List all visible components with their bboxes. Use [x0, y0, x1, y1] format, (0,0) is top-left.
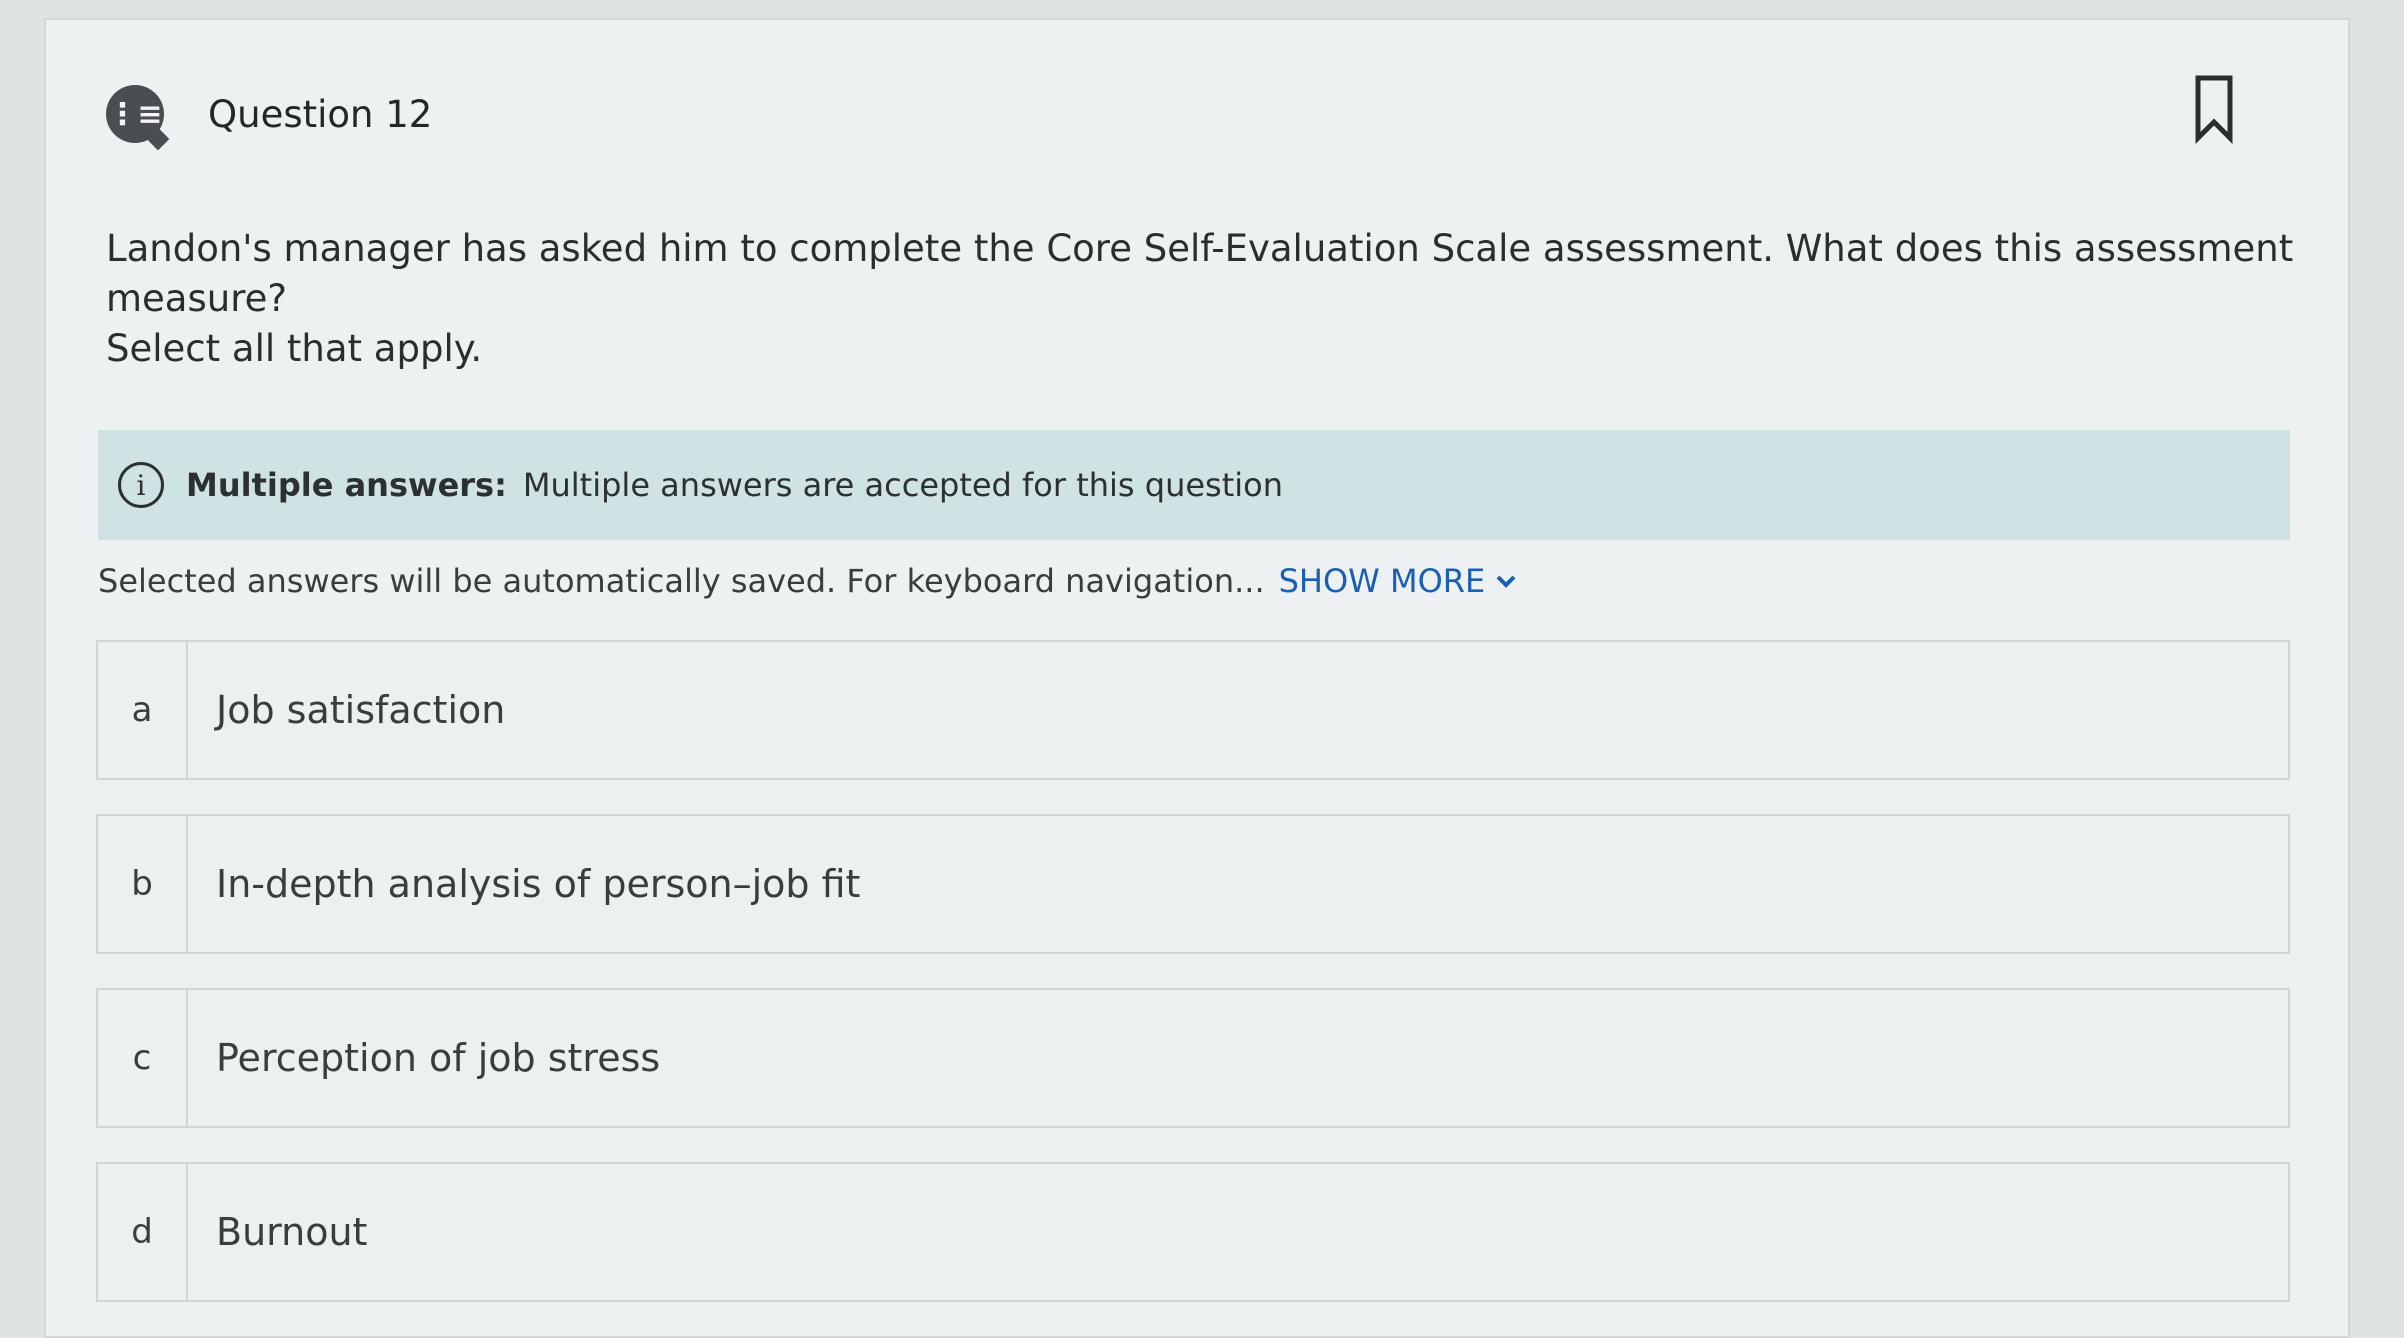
question-prompt: Landon's manager has asked him to comple… — [106, 224, 2306, 374]
answer-option-a[interactable]: a Job satisfaction — [96, 640, 2290, 780]
answer-letter: c — [98, 990, 188, 1126]
answer-text: Burnout — [216, 1210, 368, 1254]
question-title: Question 12 — [208, 92, 433, 136]
info-text: Multiple answers are accepted for this q… — [522, 466, 1284, 504]
question-card: ⋮≡ Question 12 Landon's manager has aske… — [44, 18, 2350, 1338]
question-prompt-line: Landon's manager has asked him to comple… — [106, 227, 2294, 320]
bookmark-icon[interactable] — [2194, 74, 2234, 144]
show-more-button[interactable]: SHOW MORE — [1279, 562, 1518, 600]
question-list-icon: ⋮≡ — [106, 85, 164, 143]
answer-option-c[interactable]: c Perception of job stress — [96, 988, 2290, 1128]
answer-letter: d — [98, 1164, 188, 1300]
question-header: ⋮≡ Question 12 — [106, 64, 432, 164]
answer-text: In-depth analysis of person–job fit — [216, 862, 861, 906]
answer-list: a Job satisfaction b In-depth analysis o… — [96, 640, 2290, 1336]
multiple-answers-banner: i Multiple answers: Multiple answers are… — [98, 430, 2290, 540]
answer-option-d[interactable]: d Burnout — [96, 1162, 2290, 1302]
info-icon: i — [118, 462, 164, 508]
info-label: Multiple answers: — [186, 466, 507, 504]
show-more-label: SHOW MORE — [1278, 562, 1486, 600]
autosave-note: Selected answers will be automatically s… — [98, 562, 1517, 600]
question-prompt-instruction: Select all that apply. — [106, 327, 483, 370]
answer-text: Perception of job stress — [216, 1036, 661, 1080]
autosave-note-text: Selected answers will be automatically s… — [98, 562, 1265, 600]
chevron-down-icon — [1496, 575, 1516, 588]
answer-letter: b — [98, 816, 188, 952]
answer-option-b[interactable]: b In-depth analysis of person–job fit — [96, 814, 2290, 954]
answer-letter: a — [98, 642, 188, 778]
answer-text: Job satisfaction — [216, 688, 506, 732]
